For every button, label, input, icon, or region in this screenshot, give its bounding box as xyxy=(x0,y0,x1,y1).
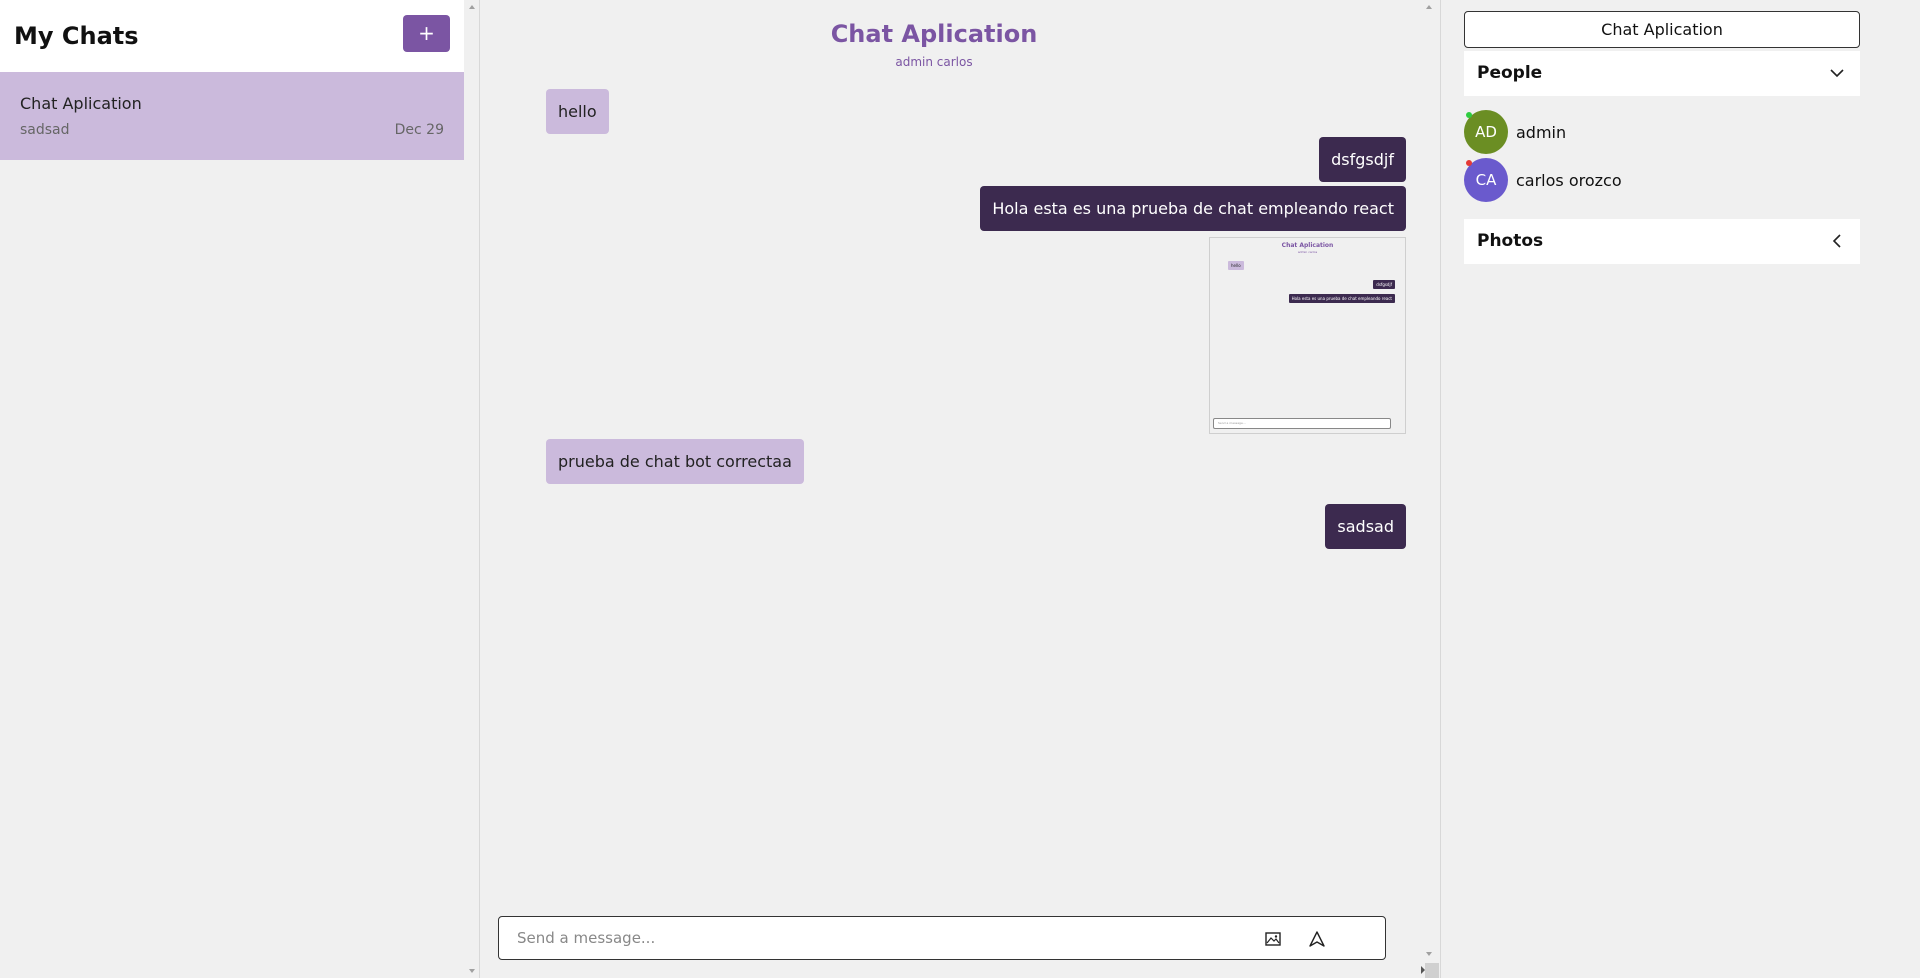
online-status-dot xyxy=(1466,112,1472,118)
chat-list-header: My Chats + xyxy=(0,0,464,72)
chat-list-panel: My Chats + Chat Aplication sadsad Dec 29 xyxy=(0,0,464,978)
send-icon[interactable] xyxy=(1307,929,1327,949)
thumbnail-title: Chat Aplication xyxy=(1281,242,1334,249)
chat-list-item[interactable]: Chat Aplication sadsad Dec 29 xyxy=(0,72,464,160)
person-name: admin xyxy=(1516,123,1567,142)
chat-item-title: Chat Aplication xyxy=(20,94,142,113)
scrollbar-arrows-icon xyxy=(1421,5,1439,978)
thumbnail-message: dsfgsdjf xyxy=(1373,280,1395,289)
chat-participants: admin carlos xyxy=(895,55,973,69)
thumbnail-composer: Send a message... xyxy=(1213,418,1391,429)
chevron-down-icon xyxy=(1830,69,1844,78)
chat-list-title: My Chats xyxy=(14,22,139,50)
person-item[interactable]: CA carlos orozco xyxy=(1464,158,1764,202)
chat-item-date: Dec 29 xyxy=(394,122,444,138)
offline-status-dot xyxy=(1466,160,1472,166)
message-outgoing: dsfgsdjf xyxy=(1319,137,1406,182)
chat-feed-scrollbar[interactable] xyxy=(1420,0,1440,978)
message-input[interactable] xyxy=(517,917,1217,959)
thumbnail-message: hello xyxy=(1228,261,1244,270)
people-section-title: People xyxy=(1477,63,1543,83)
message-incoming: prueba de chat bot correctaa xyxy=(546,439,804,484)
scrollbar-arrows-icon xyxy=(469,5,475,973)
people-section-header[interactable]: People xyxy=(1464,51,1860,96)
chat-list-scrollbar[interactable] xyxy=(464,0,480,978)
person-item[interactable]: AD admin xyxy=(1464,110,1764,154)
chat-details-panel: Chat Aplication People AD admin CA carlo… xyxy=(1441,0,1920,978)
chat-item-last-message: sadsad xyxy=(20,122,70,138)
photos-section-header[interactable]: Photos xyxy=(1464,219,1860,264)
photos-section-title: Photos xyxy=(1477,231,1544,251)
thumbnail-subtitle: admin carlos xyxy=(1297,250,1318,254)
message-outgoing: sadsad xyxy=(1325,504,1406,549)
chevron-left-icon xyxy=(1832,234,1841,248)
message-outgoing: Hola esta es una prueba de chat empleand… xyxy=(980,186,1406,231)
message-image[interactable]: Chat Aplication admin carlos hello dsfgs… xyxy=(1209,237,1406,434)
thumbnail-message: Hola esta es una prueba de chat empleand… xyxy=(1288,294,1395,303)
chat-feed: Chat Aplication admin carlos hello dsfgs… xyxy=(480,0,1440,978)
message-composer xyxy=(498,916,1386,960)
image-icon[interactable] xyxy=(1263,929,1283,949)
new-chat-button[interactable]: + xyxy=(403,15,450,52)
chat-name-field[interactable]: Chat Aplication xyxy=(1464,11,1860,48)
chat-title: Chat Aplication xyxy=(830,20,1038,48)
message-incoming: hello xyxy=(546,89,609,134)
person-name: carlos orozco xyxy=(1516,171,1622,190)
